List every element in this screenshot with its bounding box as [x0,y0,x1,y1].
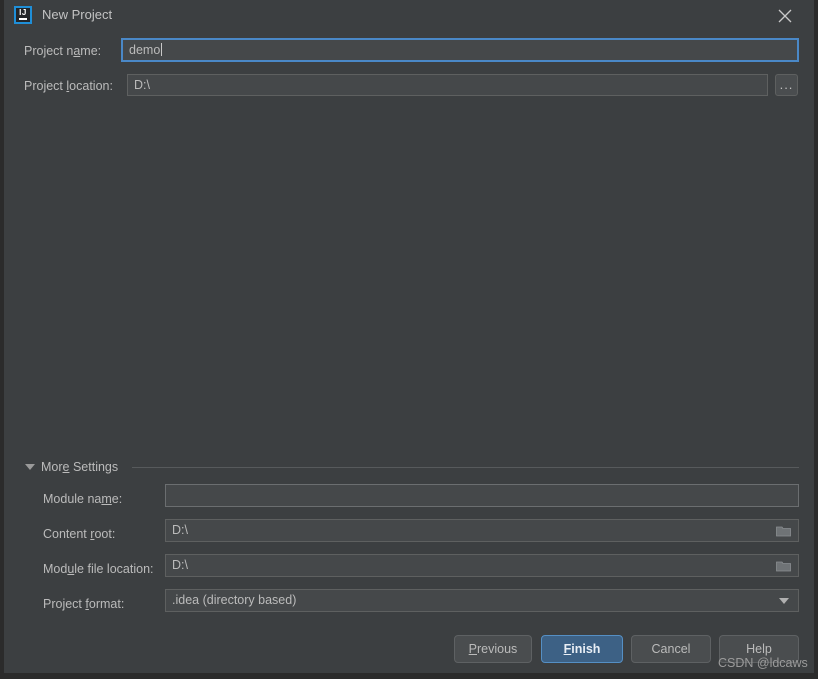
content-root-input[interactable]: D:\ [165,519,799,542]
finish-button[interactable]: Finish [541,635,623,663]
more-settings-separator [132,467,799,468]
module-file-location-input[interactable]: D:\ [165,554,799,577]
csdn-watermark: CSDN @ldcaws [718,656,808,670]
chevron-down-icon[interactable] [779,598,789,604]
intellij-idea-icon: IJ [14,6,32,24]
ellipsis-icon: ... [779,77,794,92]
project-format-value: .idea (directory based) [172,593,297,607]
previous-button[interactable]: Previous [454,635,532,663]
chevron-down-icon [25,464,35,470]
dialog-titlebar: IJ New Project [4,0,814,30]
project-format-combobox[interactable]: .idea (directory based) [165,589,799,612]
text-caret [161,43,163,56]
project-location-browse-button[interactable]: ... [775,74,798,96]
content-root-label: Content root: [43,527,116,541]
module-name-input[interactable] [165,484,799,507]
module-name-label: Module name: [43,492,123,506]
content-root-folder-icon[interactable] [776,525,791,537]
close-icon[interactable] [764,0,806,30]
project-format-label: Project format: [43,597,125,611]
project-name-value: demo [129,43,161,57]
more-settings-toggle[interactable]: More Settings [25,459,145,475]
project-location-value: D:\ [134,78,150,92]
cancel-button[interactable]: Cancel [631,635,711,663]
module-file-location-value: D:\ [172,558,188,572]
dialog-title: New Project [42,7,113,22]
intellij-idea-icon-letters: IJ [19,8,27,17]
content-root-value: D:\ [172,523,188,537]
more-settings-label: More Settings [41,460,119,474]
close-icon-glyph [778,9,792,23]
new-project-dialog: IJ New Project Project name: demo Projec… [0,0,818,679]
module-file-location-label: Module file location: [43,562,154,576]
project-name-input[interactable]: demo [120,37,800,63]
project-name-label: Project name: [24,44,102,58]
project-location-input[interactable]: D:\ [127,74,768,96]
module-file-location-folder-icon[interactable] [776,560,791,572]
project-location-label: Project location: [24,79,113,93]
intellij-idea-icon-bar [19,18,27,20]
